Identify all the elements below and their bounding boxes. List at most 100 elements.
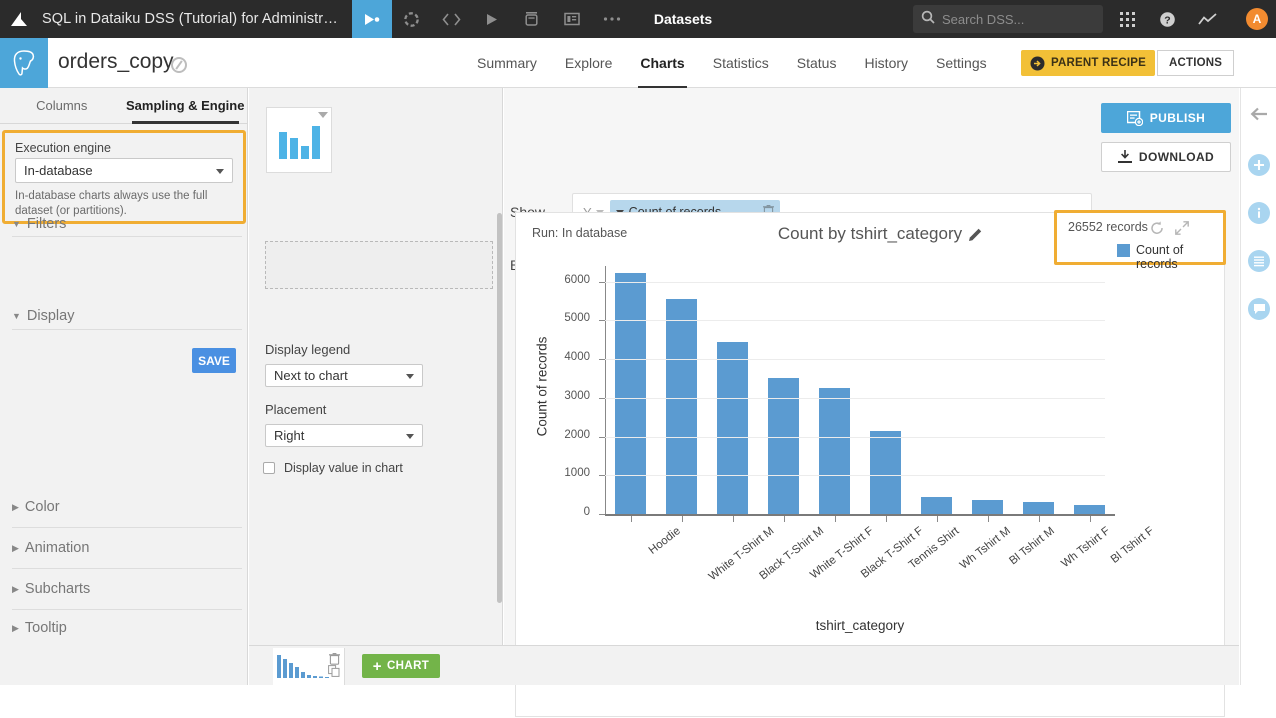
bar-chart-small-icon <box>277 652 333 682</box>
pencil-edit-icon[interactable] <box>968 228 982 247</box>
parent-recipe-label: PARENT RECIPE <box>1051 57 1146 69</box>
config-scrollbar[interactable] <box>497 213 502 603</box>
section-subcharts-label: Subcharts <box>25 581 90 597</box>
y-tick-mark <box>599 437 605 438</box>
placement-select[interactable]: Right <box>265 424 423 447</box>
recipe-arrow-icon <box>1030 56 1045 71</box>
actions-button[interactable]: ACTIONS <box>1157 50 1234 76</box>
x-tick-mark <box>886 516 887 522</box>
divider <box>12 527 242 528</box>
y-tick-label: 1000 <box>546 467 590 479</box>
execution-engine-highlight-box: Execution engine In-database In-database… <box>2 130 246 224</box>
add-chart-label: CHART <box>387 660 429 672</box>
chart-type-selector[interactable] <box>266 107 332 173</box>
x-tick-mark <box>1090 516 1091 522</box>
section-subcharts[interactable]: ▶ Subcharts <box>12 581 242 597</box>
info-icon[interactable] <box>1248 202 1270 224</box>
bar[interactable] <box>1074 505 1106 514</box>
tab-sampling-engine[interactable]: Sampling & Engine <box>124 88 248 123</box>
tab-status[interactable]: Status <box>783 38 851 88</box>
add-plus-icon[interactable] <box>1248 154 1270 176</box>
divider <box>12 609 242 610</box>
collapse-left-arrow-icon[interactable] <box>1248 103 1270 125</box>
project-name[interactable]: SQL in Dataiku DSS (Tutorial) for Admini… <box>38 11 352 27</box>
trend-line-icon[interactable] <box>1190 0 1224 38</box>
search-input[interactable] <box>942 12 1092 27</box>
tab-history[interactable]: History <box>850 38 922 88</box>
section-animation[interactable]: ▶ Animation <box>12 540 242 556</box>
tab-settings[interactable]: Settings <box>922 38 1001 88</box>
save-button[interactable]: SAVE <box>192 348 236 373</box>
section-display[interactable]: ▼ Display <box>12 308 242 324</box>
dashboards-icon[interactable] <box>552 0 592 38</box>
section-filters-label: Filters <box>27 216 66 232</box>
details-list-icon[interactable] <box>1248 250 1270 272</box>
download-label: DOWNLOAD <box>1139 150 1214 164</box>
discussion-comment-icon[interactable] <box>1248 298 1270 320</box>
tab-columns[interactable]: Columns <box>0 88 124 123</box>
tab-statistics[interactable]: Statistics <box>699 38 783 88</box>
y-tick-mark <box>599 475 605 476</box>
avatar[interactable]: A <box>1246 8 1268 30</box>
gridline <box>605 282 1105 283</box>
tab-explore[interactable]: Explore <box>551 38 626 88</box>
tab-summary[interactable]: Summary <box>463 38 551 88</box>
download-button[interactable]: DOWNLOAD <box>1101 142 1231 172</box>
section-label: Datasets <box>654 11 712 27</box>
automation-icon[interactable] <box>512 0 552 38</box>
y-tick-label: 5000 <box>546 312 590 324</box>
filters-dropzone[interactable] <box>265 241 493 289</box>
x-tick-mark <box>937 516 938 522</box>
x-tick-mark <box>1039 516 1040 522</box>
checkbox-box[interactable] <box>263 462 275 474</box>
flow-icon[interactable] <box>352 0 392 38</box>
execution-engine-label: Execution engine <box>15 141 233 155</box>
records-highlight-box: 26552 records Count of records <box>1054 210 1226 265</box>
page-title: orders_copy <box>58 50 174 74</box>
x-tick-mark <box>835 516 836 522</box>
section-color-label: Color <box>25 499 60 515</box>
tab-charts[interactable]: Charts <box>626 38 698 88</box>
refresh-icon[interactable] <box>1150 221 1164 240</box>
chart-tab-thumbnail[interactable] <box>273 648 345 685</box>
legend-color-swatch <box>1117 244 1130 257</box>
jobs-play-icon[interactable] <box>472 0 512 38</box>
chart-card: Run: In database Count by tshirt_categor… <box>515 212 1225 717</box>
placement-value: Right <box>274 428 304 443</box>
bar[interactable] <box>870 431 902 514</box>
help-question-icon[interactable]: ? <box>1150 0 1184 38</box>
bar[interactable] <box>1023 502 1055 514</box>
triangle-down-icon: ▼ <box>12 219 21 229</box>
display-value-in-chart-checkbox[interactable]: Display value in chart <box>263 461 403 475</box>
display-legend-select[interactable]: Next to chart <box>265 364 423 387</box>
execution-engine-select[interactable]: In-database <box>15 158 233 183</box>
bar[interactable] <box>717 342 749 514</box>
search-box[interactable] <box>913 5 1103 33</box>
more-ellipsis-icon[interactable] <box>592 0 632 38</box>
x-tick-label: Hoodie <box>646 525 682 557</box>
recipes-icon[interactable] <box>392 0 432 38</box>
dataiku-logo-icon[interactable] <box>0 0 38 38</box>
right-icon-rail <box>1240 88 1276 685</box>
publish-button[interactable]: PUBLISH <box>1101 103 1231 133</box>
copy-icon[interactable] <box>328 664 340 682</box>
apps-grid-icon[interactable] <box>1110 0 1144 38</box>
x-axis-label: tshirt_category <box>605 618 1115 633</box>
plus-icon: + <box>373 658 382 675</box>
x-tick-label: Bl Tshirt F <box>1108 525 1156 566</box>
code-icon[interactable] <box>432 0 472 38</box>
section-filters[interactable]: ▼ Filters <box>12 216 242 232</box>
bar[interactable] <box>972 500 1004 514</box>
clock-status-icon[interactable] <box>171 57 187 73</box>
y-tick-mark <box>599 514 605 515</box>
bar[interactable] <box>615 273 647 514</box>
chart-main-area: Show Y Count of records By X tshirt_cate… <box>504 88 1239 685</box>
section-color[interactable]: ▶ Color <box>12 499 242 515</box>
section-tooltip[interactable]: ▶ Tooltip <box>12 621 242 635</box>
add-chart-button[interactable]: + CHART <box>362 654 440 678</box>
parent-recipe-button[interactable]: PARENT RECIPE <box>1021 50 1155 76</box>
bar[interactable] <box>666 299 698 514</box>
bar[interactable] <box>819 388 851 514</box>
bar[interactable] <box>921 497 953 514</box>
expand-fullscreen-icon[interactable] <box>1175 221 1189 240</box>
